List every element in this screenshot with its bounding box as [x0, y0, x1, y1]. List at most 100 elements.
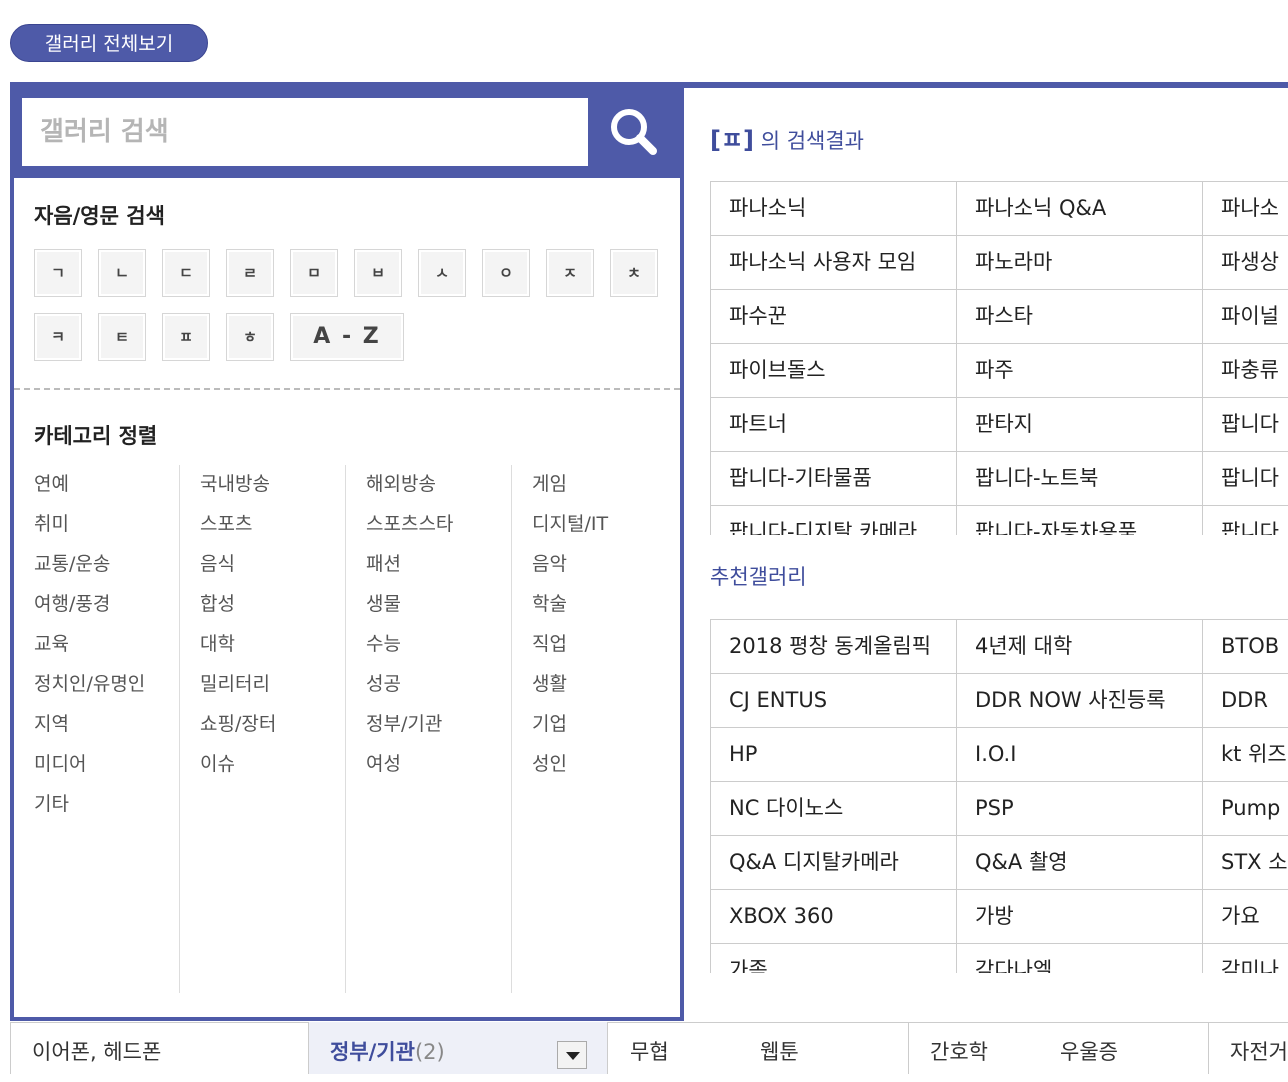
initial-key[interactable]: ㄴ — [98, 249, 146, 297]
category-item[interactable]: 기타 — [14, 785, 179, 825]
gallery-link[interactable]: 팝니다 — [1203, 398, 1288, 451]
gallery-link[interactable]: CJ ENTUS — [711, 674, 957, 727]
category-item[interactable]: 미디어 — [14, 745, 179, 785]
gallery-link[interactable]: 팝니다-노트북 — [957, 452, 1203, 505]
category-item[interactable]: 패션 — [346, 545, 511, 585]
category-item[interactable]: 게임 — [512, 465, 678, 505]
gallery-search-input[interactable] — [22, 98, 588, 166]
category-item[interactable]: 수능 — [346, 625, 511, 665]
gallery-link[interactable]: 파노라마 — [957, 236, 1203, 289]
category-item[interactable]: 정부/기관 — [346, 705, 511, 745]
initial-key[interactable]: ㄷ — [162, 249, 210, 297]
gallery-link[interactable]: 2018 평창 동계올림픽 — [711, 620, 957, 673]
category-item[interactable]: 생활 — [512, 665, 678, 705]
selected-category[interactable]: 정부/기관(2) — [330, 1022, 445, 1074]
gallery-link[interactable]: 팝니다-디지탈 카메라 — [711, 506, 957, 535]
category-item[interactable]: 여성 — [346, 745, 511, 785]
initial-key[interactable]: ㅋ — [34, 313, 82, 361]
gallery-link[interactable]: 4년제 대학 — [957, 620, 1203, 673]
initial-key[interactable]: ㅎ — [226, 313, 274, 361]
bottom-gallery-link[interactable]: 간호학 — [930, 1022, 988, 1074]
gallery-link[interactable]: PSP — [957, 782, 1203, 835]
category-item[interactable]: 디지털/IT — [512, 505, 678, 545]
gallery-link[interactable]: DDR NOW 사진등록 — [957, 674, 1203, 727]
category-item[interactable]: 성공 — [346, 665, 511, 705]
gallery-link[interactable]: 팝니다-기타물품 — [711, 452, 957, 505]
bottom-gallery-link[interactable]: 우울증 — [1060, 1022, 1118, 1074]
gallery-link[interactable]: 파수꾼 — [711, 290, 957, 343]
gallery-link[interactable]: 팝니다 — [1203, 452, 1288, 505]
bottom-gallery-link[interactable]: 자전거 — [1230, 1022, 1288, 1074]
category-item[interactable]: 학술 — [512, 585, 678, 625]
gallery-link[interactable]: 가족 — [711, 944, 957, 973]
initial-key[interactable]: ㅁ — [290, 249, 338, 297]
gallery-link[interactable]: 감미나 — [1203, 944, 1288, 973]
gallery-link[interactable]: 파나소닉 사용자 모임 — [711, 236, 957, 289]
initial-key[interactable]: ㅈ — [546, 249, 594, 297]
gallery-link[interactable]: Q&A 촬영 — [957, 836, 1203, 889]
initial-key[interactable]: ㅅ — [418, 249, 466, 297]
gallery-link[interactable]: Pump — [1203, 782, 1288, 835]
bottom-gallery-link[interactable]: 웹툰 — [760, 1022, 799, 1074]
category-item[interactable]: 합성 — [180, 585, 345, 625]
gallery-link[interactable]: kt 위즈 — [1203, 728, 1288, 781]
initial-key[interactable]: ㄱ — [34, 249, 82, 297]
category-item[interactable]: 연예 — [14, 465, 179, 505]
category-item[interactable]: 쇼핑/장터 — [180, 705, 345, 745]
gallery-link[interactable]: 파나소 — [1203, 182, 1288, 235]
search-button[interactable] — [598, 98, 668, 166]
category-item[interactable]: 정치인/유명인 — [14, 665, 179, 705]
category-item[interactable]: 이슈 — [180, 745, 345, 785]
bottom-gallery-link[interactable]: 무협 — [630, 1022, 669, 1074]
gallery-link[interactable]: 가요 — [1203, 890, 1288, 943]
initial-key[interactable]: ㄹ — [226, 249, 274, 297]
category-item[interactable]: 직업 — [512, 625, 678, 665]
initial-key[interactable]: ㅊ — [610, 249, 658, 297]
gallery-link[interactable]: 파나소닉 Q&A — [957, 182, 1203, 235]
gallery-link[interactable]: BTOB — [1203, 620, 1288, 673]
az-key[interactable]: A - Z — [290, 313, 404, 361]
gallery-link[interactable]: 파충류 — [1203, 344, 1288, 397]
gallery-link[interactable]: DDR — [1203, 674, 1288, 727]
chevron-down-icon[interactable] — [557, 1041, 587, 1069]
gallery-link[interactable]: 팝니다 — [1203, 506, 1288, 535]
category-item[interactable]: 기업 — [512, 705, 678, 745]
gallery-link[interactable]: XBOX 360 — [711, 890, 957, 943]
category-item[interactable]: 취미 — [14, 505, 179, 545]
category-item[interactable]: 성인 — [512, 745, 678, 785]
gallery-link[interactable]: 파주 — [957, 344, 1203, 397]
category-item[interactable]: 생물 — [346, 585, 511, 625]
gallery-link[interactable]: 파나소닉 — [711, 182, 957, 235]
category-item[interactable]: 지역 — [14, 705, 179, 745]
gallery-link[interactable]: HP — [711, 728, 957, 781]
category-item[interactable]: 음식 — [180, 545, 345, 585]
gallery-link[interactable]: I.O.I — [957, 728, 1203, 781]
initial-key[interactable]: ㅌ — [98, 313, 146, 361]
gallery-link[interactable]: 파스타 — [957, 290, 1203, 343]
category-item[interactable]: 해외방송 — [346, 465, 511, 505]
category-item[interactable]: 대학 — [180, 625, 345, 665]
gallery-link[interactable]: 팝니다-자동차용품 — [957, 506, 1203, 535]
initial-key[interactable]: ㅍ — [162, 313, 210, 361]
bottom-gallery-link[interactable]: 이어폰, 헤드폰 — [32, 1022, 161, 1074]
gallery-all-button[interactable]: 갤러리 전체보기 — [10, 24, 208, 62]
category-item[interactable]: 교통/운송 — [14, 545, 179, 585]
initial-key[interactable]: ㅂ — [354, 249, 402, 297]
gallery-link[interactable]: STX 소 — [1203, 836, 1288, 889]
gallery-link[interactable]: 파이브돌스 — [711, 344, 957, 397]
gallery-link[interactable]: 가방 — [957, 890, 1203, 943]
gallery-link[interactable]: Q&A 디지탈카메라 — [711, 836, 957, 889]
category-item[interactable]: 여행/풍경 — [14, 585, 179, 625]
gallery-link[interactable]: 판타지 — [957, 398, 1203, 451]
gallery-link[interactable]: NC 다이노스 — [711, 782, 957, 835]
gallery-link[interactable]: 파트너 — [711, 398, 957, 451]
gallery-link[interactable]: 파이널 — [1203, 290, 1288, 343]
gallery-link[interactable]: 감다나엘 — [957, 944, 1203, 973]
gallery-link[interactable]: 파생상 — [1203, 236, 1288, 289]
category-item[interactable]: 밀리터리 — [180, 665, 345, 705]
category-item[interactable]: 음악 — [512, 545, 678, 585]
category-item[interactable]: 국내방송 — [180, 465, 345, 505]
category-item[interactable]: 교육 — [14, 625, 179, 665]
category-item[interactable]: 스포츠 — [180, 505, 345, 545]
category-item[interactable]: 스포츠스타 — [346, 505, 511, 545]
